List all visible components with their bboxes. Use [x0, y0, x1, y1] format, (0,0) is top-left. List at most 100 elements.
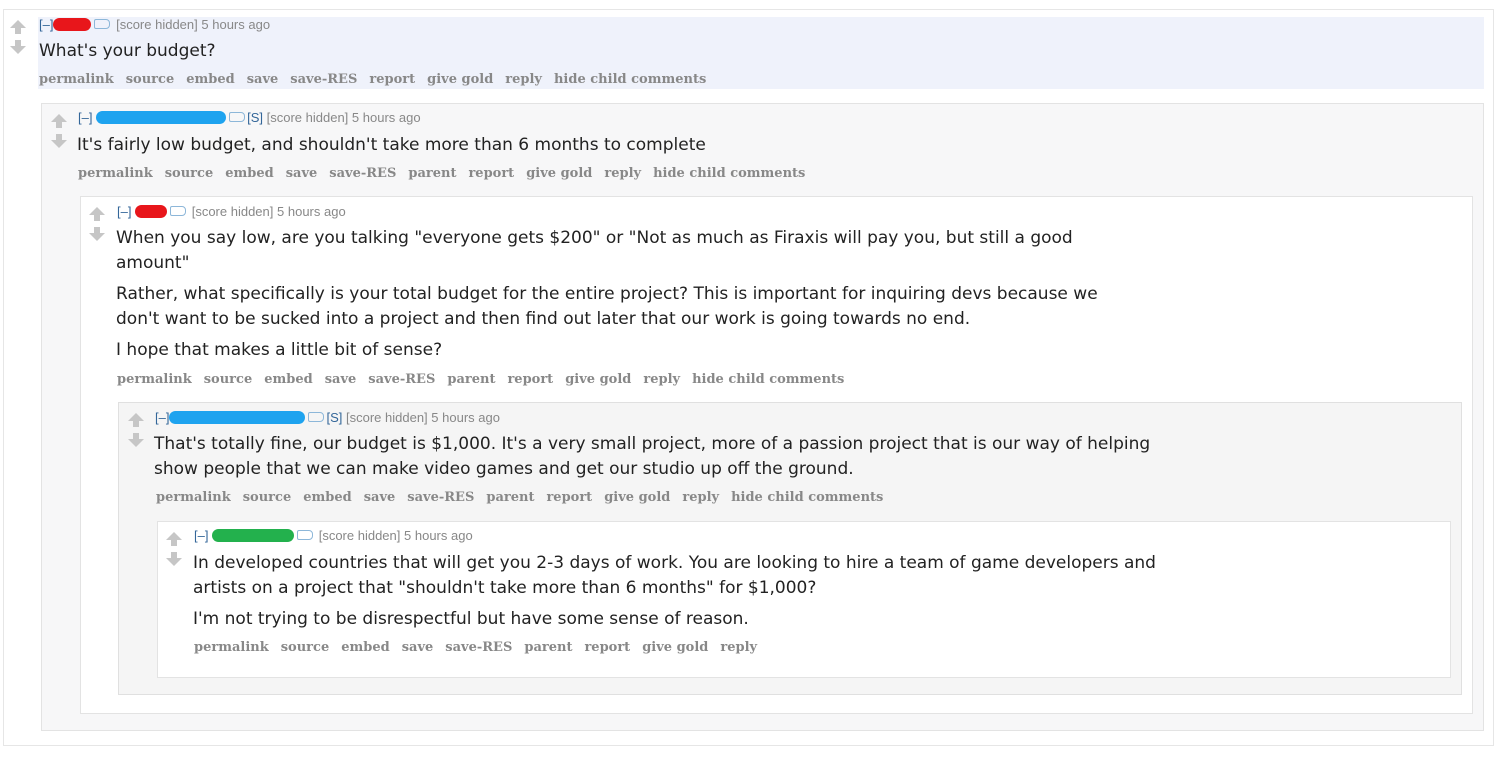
comment-line: Rather, what specifically is your total …: [116, 284, 1098, 304]
collapse-toggle[interactable]: [–]: [78, 110, 92, 125]
user-tag-icon[interactable]: [297, 530, 314, 540]
comment-paragraph: What's your budget?: [39, 41, 216, 61]
report-button[interactable]: report: [369, 72, 415, 87]
collapse-toggle[interactable]: [–]: [155, 410, 169, 425]
comment-time: 5 hours ago: [277, 204, 346, 219]
save-button[interactable]: save: [325, 372, 357, 387]
embed-button[interactable]: embed: [186, 72, 234, 87]
redacted-username: [96, 111, 227, 124]
upvote-arrow-icon[interactable]: [88, 206, 106, 222]
comment-3-tagline: [–] [score hidden] 5 hours ago: [117, 204, 346, 220]
user-tag-icon[interactable]: [170, 206, 187, 216]
hide-child-comments-button[interactable]: hide child comments: [692, 372, 844, 387]
embed-button[interactable]: embed: [225, 166, 273, 181]
comment-5-tagline: [–] [score hidden] 5 hours ago: [194, 528, 473, 544]
comment-2-buttons: permalink source embed save save-RES parent re…: [78, 166, 817, 182]
hide-child-comments-button[interactable]: hide child comments: [731, 490, 883, 505]
save-button[interactable]: save: [247, 72, 279, 87]
comment-line: That's totally fine, our budget is $1,00…: [154, 434, 1151, 454]
reply-button[interactable]: reply: [643, 372, 680, 387]
vote-arrows-4: [127, 412, 145, 448]
comment-paragraph: When you say low, are you talking "every…: [116, 226, 1098, 276]
parent-button[interactable]: parent: [524, 640, 572, 655]
source-button[interactable]: source: [126, 72, 174, 87]
permalink-button[interactable]: permalink: [78, 166, 153, 181]
save-res-button[interactable]: save-RES: [407, 490, 474, 505]
score-hidden: [score hidden]: [191, 204, 274, 219]
redacted-username: [135, 205, 168, 218]
downvote-arrow-icon[interactable]: [50, 133, 68, 149]
permalink-button[interactable]: permalink: [156, 490, 231, 505]
user-tag-icon[interactable]: [94, 19, 111, 29]
give-gold-button[interactable]: give gold: [642, 640, 708, 655]
comment-paragraph: I'm not trying to be disrespectful but h…: [193, 609, 749, 629]
comment-paragraph: It's fairly low budget, and shouldn't ta…: [77, 135, 706, 155]
source-button[interactable]: source: [165, 166, 213, 181]
report-button[interactable]: report: [468, 166, 514, 181]
downvote-arrow-icon[interactable]: [165, 551, 183, 567]
comment-5-body: In developed countries that will get you…: [193, 551, 1156, 632]
save-button[interactable]: save: [286, 166, 318, 181]
comment-time: 5 hours ago: [351, 110, 421, 125]
upvote-arrow-icon[interactable]: [127, 412, 145, 428]
downvote-arrow-icon[interactable]: [9, 39, 27, 55]
comment-line: amount": [116, 253, 190, 273]
save-res-button[interactable]: save-RES: [290, 72, 357, 87]
comment-line: When you say low, are you talking "every…: [116, 228, 1073, 248]
comment-line: don't want to be sucked into a project a…: [116, 309, 971, 329]
comment-paragraph: In developed countries that will get you…: [193, 551, 1156, 601]
parent-button[interactable]: parent: [408, 166, 456, 181]
source-button[interactable]: source: [281, 640, 329, 655]
give-gold-button[interactable]: give gold: [565, 372, 631, 387]
submitter-badge[interactable]: [S]: [326, 410, 342, 425]
save-button[interactable]: save: [364, 490, 396, 505]
user-tag-icon[interactable]: [308, 412, 325, 422]
collapse-toggle[interactable]: [–]: [39, 17, 53, 32]
redacted-username: [169, 411, 306, 424]
comment-time: 5 hours ago: [404, 528, 473, 543]
permalink-button[interactable]: permalink: [117, 372, 192, 387]
report-button[interactable]: report: [507, 372, 553, 387]
comment-time: 5 hours ago: [431, 410, 500, 425]
source-button[interactable]: source: [243, 490, 291, 505]
user-tag-icon[interactable]: [229, 112, 246, 122]
comment-2-tagline: [–] [S] [score hidden] 5 hours ago: [78, 110, 421, 126]
comment-4-tagline: [–] [S] [score hidden] 5 hours ago: [155, 410, 500, 426]
comment-5-buttons: permalink source embed save save-RES parent re…: [194, 640, 769, 656]
save-res-button[interactable]: save-RES: [368, 372, 435, 387]
reply-button[interactable]: reply: [604, 166, 641, 181]
downvote-arrow-icon[interactable]: [127, 432, 145, 448]
collapse-toggle[interactable]: [–]: [117, 204, 131, 219]
save-button[interactable]: save: [402, 640, 434, 655]
permalink-button[interactable]: permalink: [39, 72, 114, 87]
report-button[interactable]: report: [546, 490, 592, 505]
save-res-button[interactable]: save-RES: [329, 166, 396, 181]
source-button[interactable]: source: [204, 372, 252, 387]
submitter-badge[interactable]: [S]: [247, 110, 263, 125]
parent-button[interactable]: parent: [447, 372, 495, 387]
comment-1-tagline: [–] [score hidden] 5 hours ago: [39, 17, 270, 33]
comment-1-buttons: permalink source embed save save-RES report gi…: [39, 72, 718, 88]
save-res-button[interactable]: save-RES: [445, 640, 512, 655]
reply-button[interactable]: reply: [720, 640, 757, 655]
comment-paragraph: Rather, what specifically is your total …: [116, 282, 1098, 332]
upvote-arrow-icon[interactable]: [9, 19, 27, 35]
downvote-arrow-icon[interactable]: [88, 226, 106, 242]
permalink-button[interactable]: permalink: [194, 640, 269, 655]
hide-child-comments-button[interactable]: hide child comments: [554, 72, 706, 87]
parent-button[interactable]: parent: [486, 490, 534, 505]
report-button[interactable]: report: [584, 640, 630, 655]
give-gold-button[interactable]: give gold: [604, 490, 670, 505]
collapse-toggle[interactable]: [–]: [194, 528, 208, 543]
give-gold-button[interactable]: give gold: [427, 72, 493, 87]
embed-button[interactable]: embed: [341, 640, 389, 655]
reply-button[interactable]: reply: [505, 72, 542, 87]
hide-child-comments-button[interactable]: hide child comments: [653, 166, 805, 181]
upvote-arrow-icon[interactable]: [50, 113, 68, 129]
comment-time: 5 hours ago: [201, 17, 271, 32]
embed-button[interactable]: embed: [264, 372, 312, 387]
give-gold-button[interactable]: give gold: [526, 166, 592, 181]
reply-button[interactable]: reply: [682, 490, 719, 505]
embed-button[interactable]: embed: [303, 490, 351, 505]
upvote-arrow-icon[interactable]: [165, 531, 183, 547]
